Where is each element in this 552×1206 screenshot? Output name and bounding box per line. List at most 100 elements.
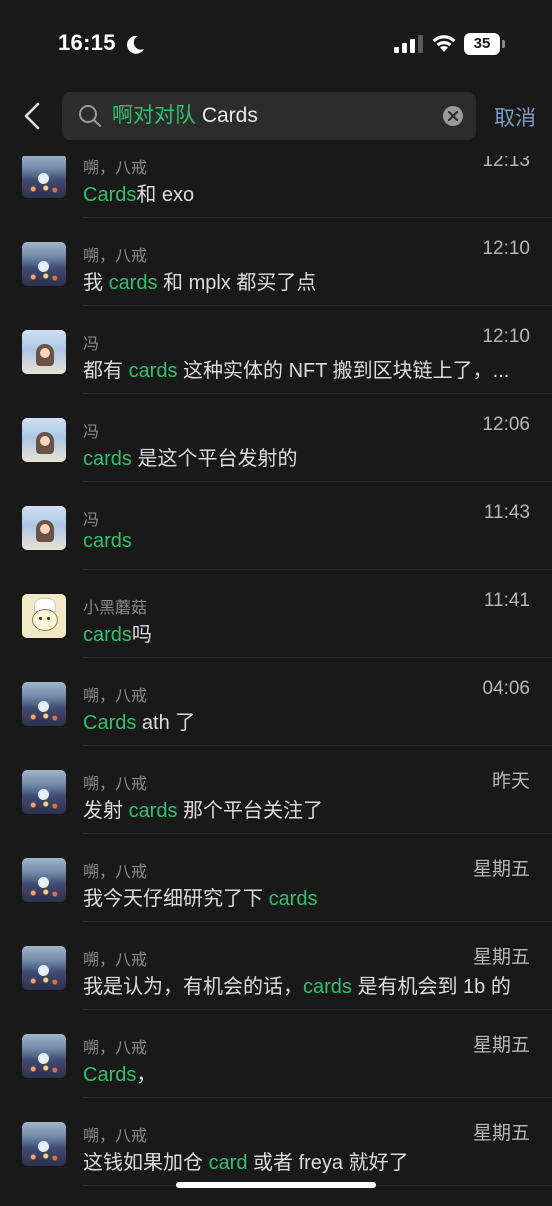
row-divider (83, 833, 552, 834)
message-time: 星期五 (472, 1035, 530, 1056)
battery-tip (502, 40, 505, 48)
message-snippet: cards吗 (83, 618, 523, 647)
avatar (22, 330, 66, 374)
status-time: 16:15 (58, 30, 116, 55)
sender-name: 小黑蘑菇 (83, 600, 148, 617)
search-result-row[interactable]: 冯 12:06 cards 是这个平台发射的 (0, 414, 552, 502)
highlighted-term: cards (128, 800, 178, 822)
snippet-text: 是有机会到 1b 的 (351, 976, 511, 998)
search-result-row[interactable]: 嗍，八戒 星期五 这钱如果加仓 card 或者 freya 就好了 (0, 1118, 552, 1206)
search-result-row[interactable]: 嗍，八戒 星期五 我是认为，有机会的话，cards 是有机会到 1b 的 (0, 942, 552, 1030)
highlighted-term: cards (108, 272, 158, 294)
search-result-row[interactable]: 嗍，八戒 04:06 Cards ath 了 (0, 678, 552, 766)
back-chevron-icon[interactable] (18, 100, 46, 132)
message-time: 星期五 (472, 859, 530, 880)
message-time: 星期五 (472, 1123, 530, 1144)
avatar (22, 242, 66, 286)
message-time: 12:10 (482, 238, 530, 259)
search-result-row[interactable]: 嗍，八戒 12:10 我 cards 和 mplx 都买了点 (0, 238, 552, 326)
search-result-row[interactable]: 嗍，八戒 12:13 Cards和 exo (0, 150, 552, 238)
message-snippet: 我是认为，有机会的话，cards 是有机会到 1b 的 (83, 970, 523, 999)
highlighted-term: cards (83, 530, 132, 552)
snippet-text: 和 exo (136, 184, 195, 206)
wifi-icon (432, 35, 456, 52)
cancel-button[interactable]: 取消 (494, 102, 536, 132)
sender-name: 冯 (83, 424, 100, 441)
sender-name: 嗍，八戒 (83, 248, 148, 265)
search-input[interactable]: 啊对对队 Cards (62, 92, 476, 140)
sender-name: 嗍，八戒 (83, 1040, 148, 1057)
highlighted-term: cards (83, 448, 132, 470)
message-snippet: 这钱如果加仓 card 或者 freya 就好了 (83, 1146, 523, 1175)
search-results-list: 嗍，八戒 12:13 Cards和 exo 嗍，八戒 12:10 我 cards 和 mp… (0, 0, 552, 1200)
search-result-row[interactable]: 冯 11:43 cards (0, 502, 552, 590)
snippet-text: 发射 (83, 800, 129, 822)
row-divider (83, 1097, 552, 1098)
message-time: 11:41 (483, 590, 530, 611)
message-time: 11:43 (483, 502, 530, 523)
message-snippet: Cards， (83, 1058, 523, 1087)
snippet-text: 我是认为，有机会的话， (83, 976, 303, 998)
snippet-text: ath 了 (136, 712, 196, 734)
search-result-row[interactable]: 嗍，八戒 星期五 Cards， (0, 1030, 552, 1118)
battery-level: 35 (473, 35, 491, 52)
status-bar: 16:15 35 (0, 0, 552, 80)
message-snippet: 都有 cards 这种实体的 NFT 搬到区块链上了，... (83, 354, 523, 383)
highlighted-term: cards (128, 360, 178, 382)
sender-name: 嗍，八戒 (83, 864, 148, 881)
search-result-row[interactable]: 嗍，八戒 星期五 我今天仔细研究了下 cards (0, 854, 552, 942)
snippet-text: 我今天仔细研究了下 (83, 888, 269, 910)
avatar (22, 1122, 66, 1166)
highlighted-term: Cards (83, 712, 137, 734)
snippet-text: 吗 (131, 624, 152, 646)
cellular-signal-icon (394, 35, 423, 53)
search-query[interactable]: 啊对对队 Cards (112, 92, 258, 140)
message-snippet: cards (83, 530, 523, 553)
message-time: 04:06 (482, 678, 530, 699)
avatar (22, 682, 66, 726)
message-snippet: Cards ath 了 (83, 706, 523, 735)
search-result-row[interactable]: 小黑蘑菇 11:41 cards吗 (0, 590, 552, 678)
avatar (22, 1034, 66, 1078)
snippet-text: 那个平台关注了 (177, 800, 324, 822)
highlighted-term: cards (268, 888, 318, 910)
highlighted-term: card (208, 1152, 248, 1174)
avatar (22, 594, 66, 638)
search-query-keyword: 啊对对队 (112, 104, 196, 127)
row-divider (83, 1009, 552, 1010)
snippet-text: 是这个平台发射的 (131, 448, 298, 470)
avatar (22, 418, 66, 462)
message-time: 12:06 (482, 414, 530, 435)
snippet-text: 或者 freya 就好了 (247, 1152, 409, 1174)
search-result-row[interactable]: 嗍，八戒 昨天 发射 cards 那个平台关注了 (0, 766, 552, 854)
search-result-row[interactable]: 冯 12:10 都有 cards 这种实体的 NFT 搬到区块链上了，... (0, 326, 552, 414)
sender-name: 嗍，八戒 (83, 160, 148, 177)
sender-name: 嗍，八戒 (83, 776, 148, 793)
row-divider (83, 745, 552, 746)
row-divider (83, 921, 552, 922)
sender-name: 嗍，八戒 (83, 1128, 148, 1145)
avatar (22, 770, 66, 814)
snippet-text: 我 (83, 272, 109, 294)
sender-name: 嗍，八戒 (83, 688, 148, 705)
clear-icon[interactable] (442, 105, 464, 127)
highlighted-term: cards (83, 624, 132, 646)
avatar (22, 858, 66, 902)
snippet-text: 这种实体的 NFT 搬到区块链上了，... (177, 360, 510, 382)
search-header: 啊对对队 Cards 取消 (0, 80, 552, 156)
avatar (22, 506, 66, 550)
row-divider (83, 569, 552, 570)
sender-name: 冯 (83, 512, 100, 529)
highlighted-term: Cards (83, 184, 137, 206)
highlighted-term: cards (303, 976, 352, 998)
highlighted-term: Cards (83, 1064, 137, 1086)
message-snippet: 我 cards 和 mplx 都买了点 (83, 266, 523, 295)
row-divider (83, 657, 552, 658)
snippet-text: ， (136, 1064, 157, 1086)
message-time: 12:10 (482, 326, 530, 347)
message-snippet: Cards和 exo (83, 178, 523, 207)
snippet-text: 都有 (83, 360, 129, 382)
message-snippet: 我今天仔细研究了下 cards (83, 882, 523, 911)
row-divider (83, 393, 552, 394)
sender-name: 嗍，八戒 (83, 952, 148, 969)
